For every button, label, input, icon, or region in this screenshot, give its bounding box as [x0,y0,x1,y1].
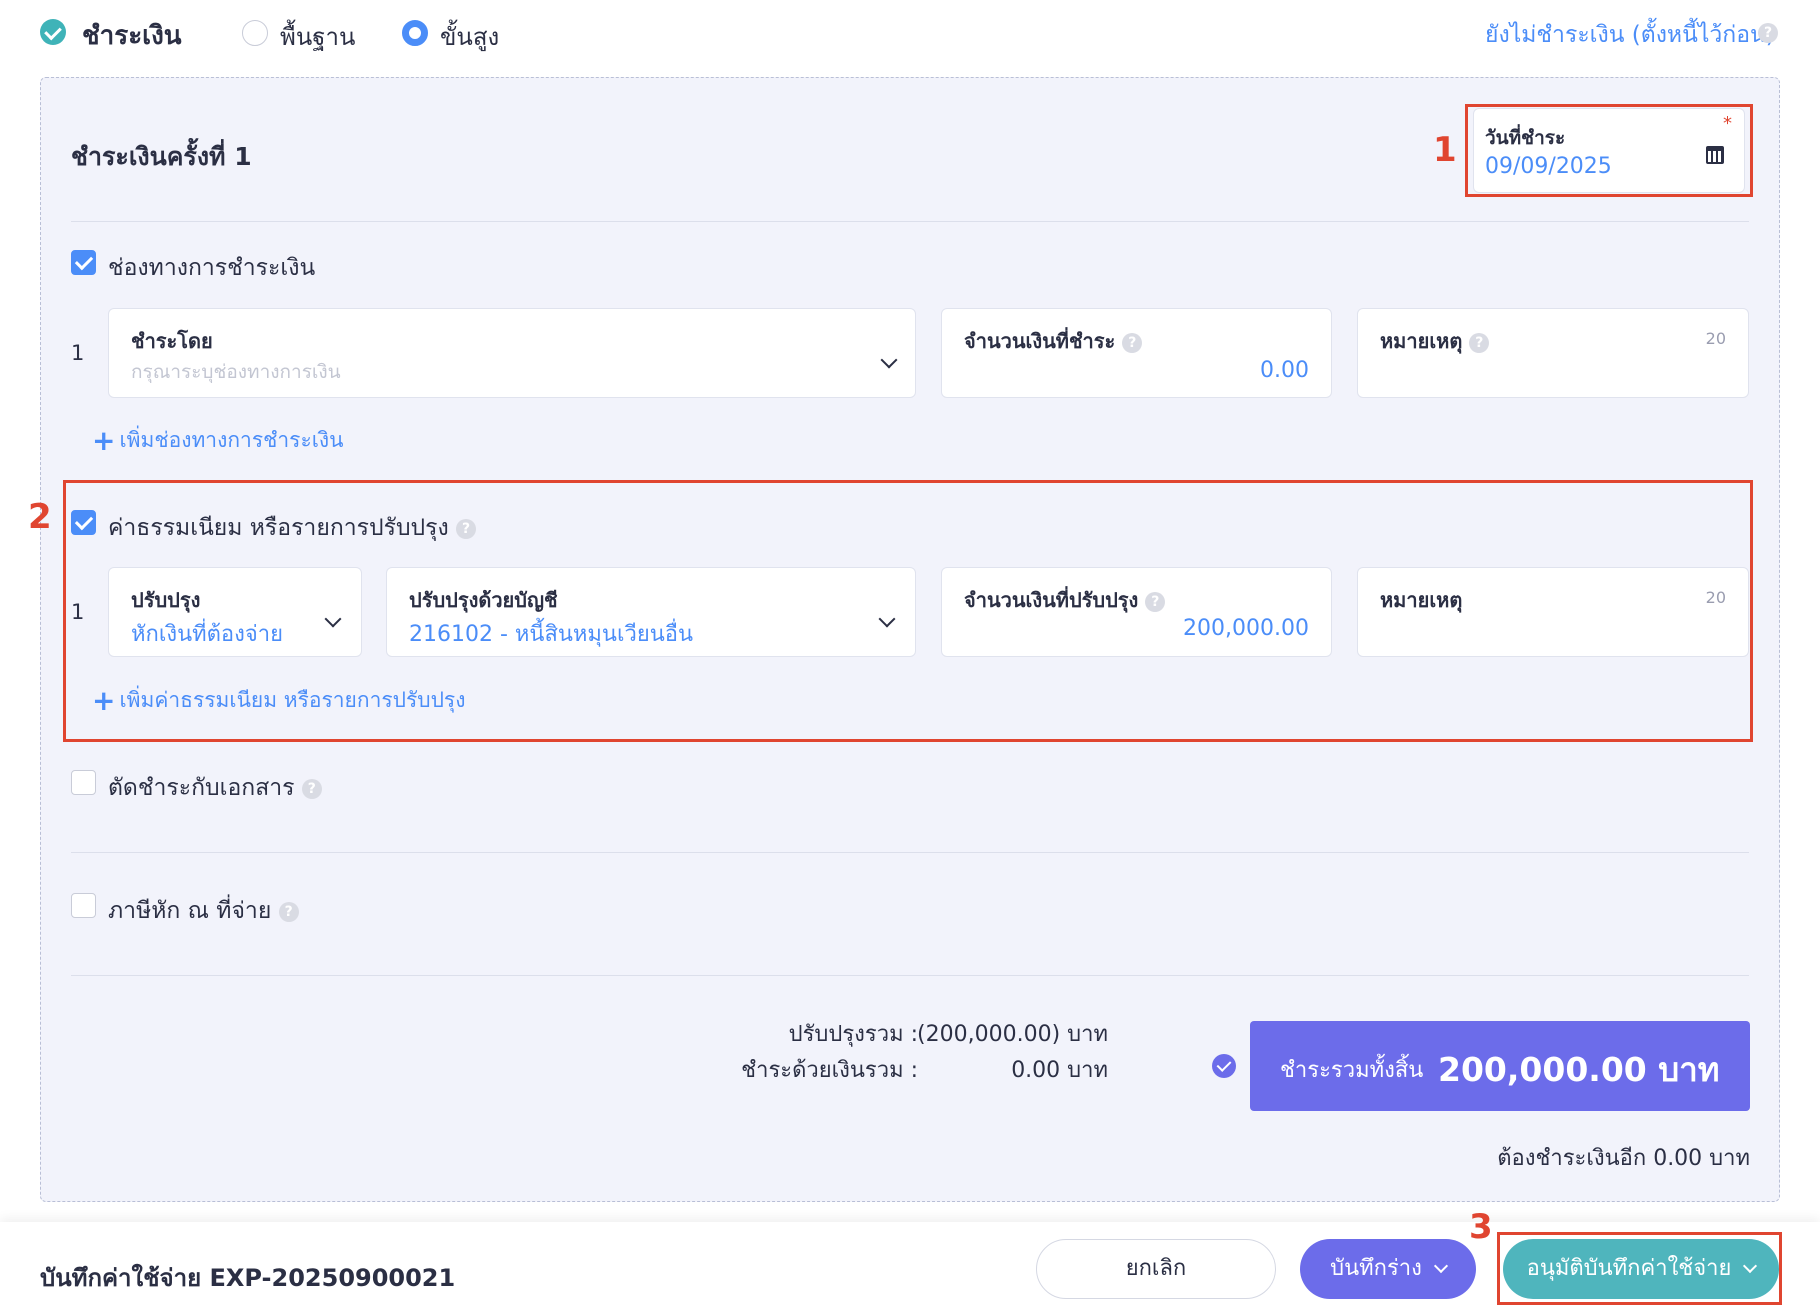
annotation-box-3 [1497,1232,1782,1305]
channels-label: ช่องทางการชำระเงิน [108,255,316,281]
divider [71,852,1749,853]
withholding-tax-label: ภาษีหัก ณ ที่จ่าย ? [108,893,299,929]
paid-amount-label: จำนวนเงินที่ชำระ ? [964,325,1143,357]
pay-by-select[interactable]: ชำระโดย กรุณาระบุช่องทางการเงิน [108,308,916,398]
cash-total-value: 0.00 บาท [1011,1058,1108,1083]
adjustment-amount-field[interactable]: จำนวนเงินที่ปรับปรุง ? 200,000.00 [941,567,1332,657]
char-count: 20 [1705,588,1726,607]
radio-advanced[interactable] [402,20,428,46]
pay-by-placeholder: กรุณาระบุช่องทางการเงิน [131,361,341,383]
adjustment-account-select[interactable]: ปรับปรุงด้วยบัญชี 216102 - หนี้สินหมุนเว… [386,567,916,657]
adjustment-amount-label: จำนวนเงินที่ปรับปรุง ? [964,584,1166,616]
radio-advanced-label[interactable]: ขั้นสูง [440,17,499,56]
annotation-marker-3: 3 [1469,1207,1493,1247]
plus-icon: + [92,684,116,717]
payment-title: ชำระเงิน [82,21,182,51]
paid-amount-value[interactable]: 0.00 [1260,358,1309,383]
help-icon[interactable]: ? [1122,332,1143,353]
char-count: 20 [1705,329,1726,348]
adjustment-type-select[interactable]: ปรับปรุง หักเงินที่ต้องจ่าย [108,567,362,657]
add-adjustment-link[interactable]: + เพิ่มค่าธรรมเนียม หรือรายการปรับปรุง [92,684,465,717]
annotation-marker-2: 2 [28,497,52,537]
adjustment-type-label: ปรับปรุง [131,588,201,612]
grand-total-value: 200,000.00 บาท [1438,1050,1720,1089]
help-icon[interactable]: ? [301,778,322,799]
channel-note-label: หมายเหตุ ? [1380,325,1490,357]
adjustment-note-field[interactable]: หมายเหตุ 20 [1357,567,1749,657]
adjustment-account-value[interactable]: 216102 - หนี้สินหมุนเวียนอื่น [409,616,693,651]
cash-total-label: ชำระด้วยเงินรวม : [741,1058,918,1083]
adjust-total-label: ปรับปรุงรวม : [788,1022,918,1047]
help-icon[interactable]: ? [1145,591,1166,612]
adjustment-row-number: 1 [71,600,85,624]
cancel-button-label: ยกเลิก [1125,1256,1187,1281]
adjustment-type-value[interactable]: หักเงินที่ต้องจ่าย [131,616,283,651]
save-draft-button[interactable]: บันทึกร่าง [1300,1239,1476,1299]
payment-round-title: ชำระเงินครั้งที่ 1 [71,142,252,171]
chevron-down-icon[interactable] [880,351,898,369]
payment-header: ชำระเงิน พื้นฐาน ขั้นสูง ยังไม่ชำระเงิน … [0,0,1820,70]
grand-total-box: ชำระรวมทั้งสิ้น 200,000.00 บาท [1250,1021,1750,1111]
adjustments-label: ค่าธรรมเนียม หรือรายการปรับปรุง ? [108,510,477,546]
help-icon[interactable]: ? [456,518,477,539]
help-icon[interactable]: ? [278,901,299,922]
help-icon[interactable]: ? [1758,23,1778,43]
document-title: บันทึกค่าใช้จ่าย EXP-20250900021 [40,1264,456,1292]
pay-by-label: ชำระโดย [131,329,213,353]
radio-basic[interactable] [242,20,268,46]
chevron-down-icon[interactable] [324,610,342,628]
check-circle-icon [40,19,66,45]
withholding-tax-checkbox[interactable] [71,893,96,918]
channel-note-field[interactable]: หมายเหตุ ? 20 [1357,308,1749,398]
offset-documents-checkbox[interactable] [71,770,96,795]
adjustment-note-label: หมายเหตุ [1380,588,1463,612]
adjustment-amount-value[interactable]: 200,000.00 [1183,616,1309,641]
cancel-button[interactable]: ยกเลิก [1036,1239,1276,1299]
save-draft-button-label: บันทึกร่าง [1330,1256,1422,1281]
channel-row-number: 1 [71,341,85,365]
add-channel-link[interactable]: + เพิ่มช่องทางการชำระเงิน [92,424,344,457]
offset-documents-label: ตัดชำระกับเอกสาร ? [108,770,322,806]
annotation-box-1 [1465,104,1753,197]
remaining-amount: ต้องชำระเงินอีก 0.00 บาท [1497,1146,1750,1171]
help-icon[interactable]: ? [1469,332,1490,353]
divider [71,221,1749,222]
divider [71,975,1749,976]
paid-amount-field[interactable]: จำนวนเงินที่ชำระ ? 0.00 [941,308,1332,398]
chevron-down-icon [1433,1258,1448,1274]
plus-icon: + [92,424,116,457]
annotation-marker-1: 1 [1433,130,1457,170]
channels-checkbox[interactable] [71,250,96,275]
radio-basic-label[interactable]: พื้นฐาน [280,17,355,56]
grand-total-label: ชำระรวมทั้งสิ้น [1280,1058,1424,1083]
adjustment-account-label: ปรับปรุงด้วยบัญชี [409,588,558,612]
chevron-down-icon[interactable] [878,610,896,628]
check-circle-icon [1212,1054,1236,1078]
unpaid-link[interactable]: ยังไม่ชำระเงิน (ตั้งหนี้ไว้ก่อน) [1485,17,1775,53]
adjust-total-value: (200,000.00) บาท [917,1022,1108,1047]
adjustments-checkbox[interactable] [71,510,96,535]
